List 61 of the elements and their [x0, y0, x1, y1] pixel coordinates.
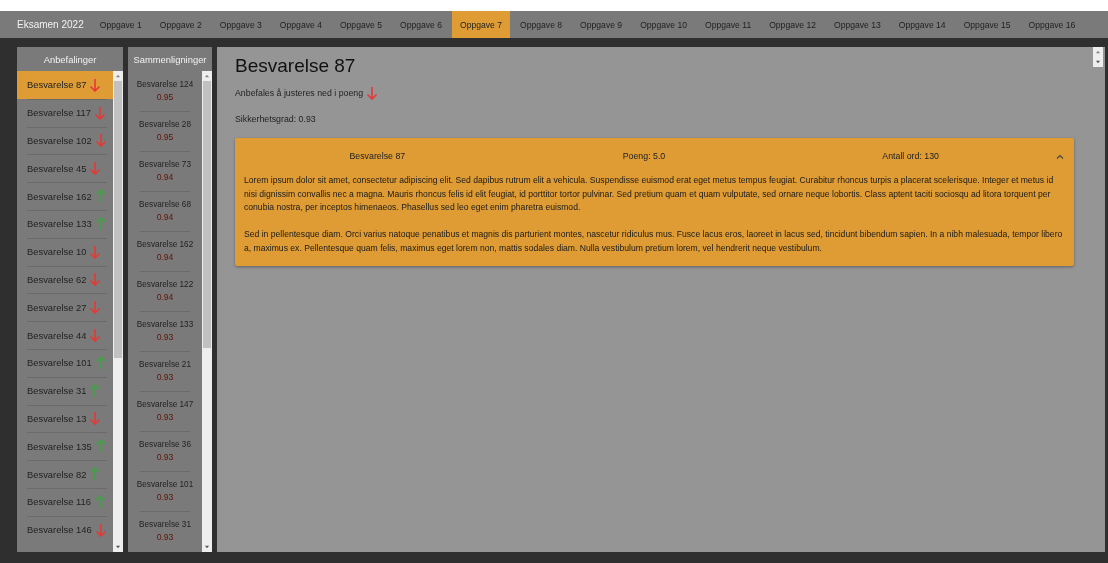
task-tab[interactable]: Oppgave 6: [391, 11, 450, 38]
comparison-item[interactable]: Besvarelse 73 0.94: [128, 151, 202, 191]
recommendation-item[interactable]: Besvarelse 82: [17, 460, 113, 488]
comparison-item[interactable]: Besvarelse 36 0.93: [128, 431, 202, 471]
task-tab[interactable]: Oppgave 10: [632, 11, 695, 38]
recommendation-item[interactable]: Besvarelse 10: [17, 237, 113, 266]
answer-title: Besvarelse 87: [235, 55, 357, 77]
task-tab[interactable]: Oppgave 9: [572, 11, 631, 38]
recommendation-item[interactable]: Besvarelse 31: [17, 376, 113, 405]
recommendation-item[interactable]: Besvarelse 87: [17, 71, 113, 99]
task-tab[interactable]: Oppgave 12: [761, 11, 824, 38]
scrollbar[interactable]: [113, 71, 123, 552]
comparison-item[interactable]: Besvarelse 31 0.93: [128, 511, 202, 551]
panel-title: Sammenligninger: [132, 52, 208, 67]
scrollbar[interactable]: [202, 71, 212, 552]
scrollbar[interactable]: [1093, 47, 1103, 67]
recommendation-item[interactable]: Besvarelse 101: [17, 348, 113, 377]
task-tab[interactable]: Oppgave 16: [1020, 11, 1084, 38]
confidence-text: Sikkerhetsgrad: 0.93: [235, 114, 316, 124]
comparison-item[interactable]: Besvarelse 68 0.94: [128, 191, 202, 231]
task-tab[interactable]: Oppgave 11: [696, 11, 760, 38]
recommendation-item[interactable]: Besvarelse 162: [17, 182, 113, 210]
recommendation-item[interactable]: Besvarelse 44: [17, 321, 113, 349]
card-header[interactable]: Besvarelse 87 Poeng: 5.0 Antall ord: 130: [244, 138, 1064, 174]
task-tab[interactable]: Oppgave 13: [826, 11, 889, 38]
task-tab[interactable]: Oppgave 2: [151, 11, 210, 38]
recommendation-item[interactable]: Besvarelse 27: [17, 293, 113, 322]
recommendation-item[interactable]: Besvarelse 13: [17, 404, 113, 433]
app-title: Eksamen 2022: [16, 18, 85, 32]
recommendation-text: Anbefales å justeres ned i poeng: [235, 88, 364, 98]
answer-paragraph: Lorem ipsum dolor sit amet, consectetur adipiscing elit. Sed dapibus rutrum elit a vehicula. Suspendisse euismod erat eget metus tempus feugiat. Curabitur rhoncus turpis a placerat scelerisque. Integer et metus id nisi dignissim convallis nec a magna. Mauris rhoncus felis id elit feugiat, id porttitor tortor pulvinar. Sed pretium quam et quam vulputate, sed ornare neque lobortis. Class aptent taciti sociosqu ad litora torquent per conubia nostra, per inceptos himenaeos. Phasellus sed leo eget enim pharetra euismod.: [244, 174, 1055, 215]
task-tab[interactable]: Oppgave 1: [91, 11, 150, 38]
recommendation-item[interactable]: Besvarelse 102: [17, 126, 113, 155]
recommendation-item[interactable]: Besvarelse 146: [17, 515, 113, 544]
recommendation-item[interactable]: Besvarelse 135: [17, 432, 113, 461]
word-count: Antall ord: 130: [881, 151, 940, 161]
task-tab[interactable]: Oppgave 7: [452, 11, 511, 38]
task-tab[interactable]: Oppgave 5: [331, 11, 390, 38]
comparison-item[interactable]: Besvarelse 133 0.93: [128, 311, 202, 351]
comparison-item[interactable]: Besvarelse 147 0.93: [128, 391, 202, 431]
comparison-item[interactable]: Besvarelse 21 0.93: [128, 351, 202, 391]
panel-title: Anbefalinger: [42, 52, 98, 67]
task-tab[interactable]: Oppgave 15: [955, 11, 1019, 38]
recommendation-item[interactable]: Besvarelse 133: [17, 210, 113, 238]
recommendation-item[interactable]: Besvarelse 117: [17, 98, 113, 127]
recommendation-item[interactable]: Besvarelse 62: [17, 265, 113, 294]
answer-paragraph: Sed in pellentesque diam. Orci varius natoque penatibus et magnis dis parturient montes, nascetur ridiculus mus. Fusce lacus eros, laoreet in lacus sed, tincidunt bibendum sapien. In a nibh malesuada, tempor libero a, maximus ex. Pellentesque quam felis, maximus eget lorem non, mattis sodales diam. Nulla vestibulum pretium lorem, vel hendrerit neque vestibulum.: [244, 228, 1064, 255]
task-tab[interactable]: Oppgave 14: [890, 11, 954, 38]
comparison-item[interactable]: Besvarelse 162 0.94: [128, 231, 202, 271]
recommendation-item[interactable]: Besvarelse 116: [17, 487, 113, 516]
recommendation-item[interactable]: Besvarelse 45: [17, 154, 113, 183]
comparison-item[interactable]: Besvarelse 28 0.95: [128, 111, 202, 151]
comparison-item[interactable]: Besvarelse 122 0.94: [128, 271, 202, 311]
task-tab[interactable]: Oppgave 8: [512, 11, 571, 38]
comparison-item[interactable]: Besvarelse 124 0.95: [128, 71, 202, 111]
answer-name: Besvarelse 87: [348, 151, 407, 161]
task-tab[interactable]: Oppgave 3: [211, 11, 270, 38]
task-tab[interactable]: Oppgave 4: [271, 11, 330, 38]
points-text: Poeng: 5.0: [621, 151, 667, 161]
comparison-item[interactable]: Besvarelse 101 0.93: [128, 471, 202, 511]
chevron-up-icon[interactable]: [1056, 153, 1064, 159]
